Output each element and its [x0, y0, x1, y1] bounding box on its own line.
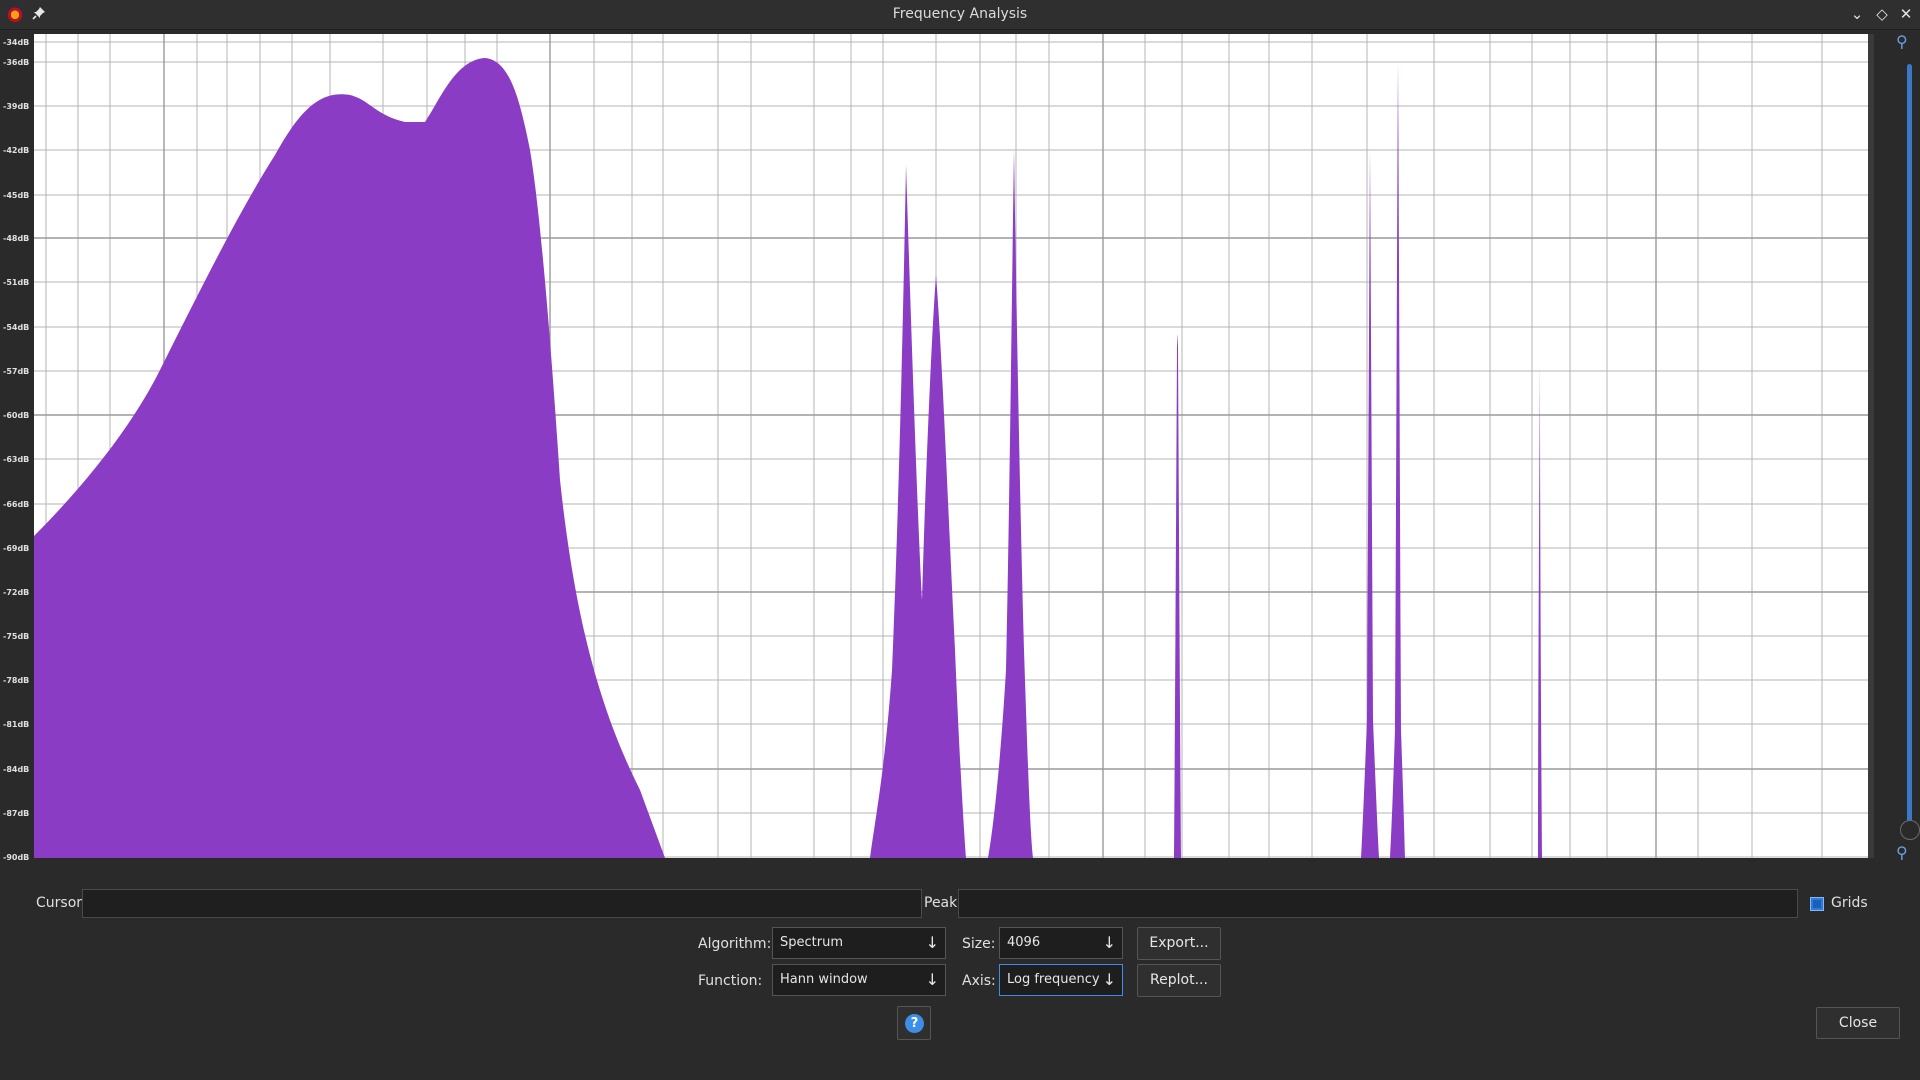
- algorithm-select[interactable]: Spectrum ↓: [772, 927, 946, 959]
- db-tick-label: -75dB: [3, 632, 29, 641]
- hz-tick-label: 12Hz: [36, 867, 56, 868]
- arrow-down-icon: ↓: [1102, 970, 1116, 989]
- hz-tick-label: 70Hz: [455, 867, 475, 868]
- db-tick-label: -48dB: [3, 234, 29, 243]
- db-tick-label: -63dB: [3, 455, 29, 464]
- hz-tick-label: 3000Hz: [1352, 867, 1383, 868]
- db-tick-label: -84dB: [3, 765, 29, 774]
- hz-tick-label: 800Hz: [1036, 867, 1061, 868]
- db-tick-label: -39dB: [3, 102, 29, 111]
- magnifier-icon[interactable]: ⚲: [1896, 843, 1908, 862]
- db-tick-label: -90dB: [3, 853, 29, 862]
- hz-tick-label: 700Hz: [1003, 867, 1028, 868]
- hz-tick-label: 14Hz: [68, 867, 88, 868]
- hz-tick-label: 5000Hz: [1475, 867, 1506, 868]
- hz-tick-label: 350Hz: [838, 867, 863, 868]
- size-select[interactable]: 4096 ↓: [999, 927, 1123, 959]
- export-button[interactable]: Export...: [1137, 927, 1221, 960]
- db-tick-label: -72dB: [3, 588, 29, 597]
- cursor-field[interactable]: [82, 889, 922, 918]
- hz-tick-label: 100Hz: [536, 867, 564, 868]
- maximize-icon[interactable]: ◇: [1872, 4, 1892, 24]
- hz-tick-label: 30Hz: [250, 867, 270, 868]
- arrow-down-icon: ↓: [925, 970, 939, 989]
- hz-tick-label: 12000Hz: [1680, 867, 1716, 868]
- arrow-down-icon: ↓: [1102, 933, 1116, 952]
- db-tick-label: -60dB: [3, 411, 29, 420]
- db-tick-label: -36dB: [3, 58, 29, 67]
- replot-button[interactable]: Replot...: [1137, 964, 1221, 997]
- axis-select[interactable]: Log frequency ↓: [999, 964, 1123, 996]
- hz-tick-label: 10000Hz: [1636, 867, 1676, 868]
- db-tick-label: -54dB: [3, 323, 29, 332]
- hz-tick-label: 15000Hz: [1734, 867, 1770, 868]
- hz-tick-label: 50Hz: [373, 867, 393, 868]
- hz-tick-label: 20Hz: [154, 867, 174, 868]
- spectrum-plot[interactable]: -34dB -36dB -39dB -42dB -45dB -48dB -51dB -54dB…: [0, 30, 1875, 868]
- db-tick-label: -34dB: [3, 38, 29, 47]
- cursor-label: Cursor:: [36, 895, 87, 911]
- hz-tick-label: 40Hz: [320, 867, 340, 868]
- db-tick-label: -51dB: [3, 278, 29, 287]
- db-tick-label: -66dB: [3, 500, 29, 509]
- hz-tick-label: 200Hz: [705, 867, 730, 868]
- peak-label: Peak:: [924, 895, 962, 911]
- help-button[interactable]: ?: [897, 1006, 931, 1040]
- hz-tick-label: 34Hz: [282, 867, 302, 868]
- hz-tick-label: 23Hz: [187, 867, 207, 868]
- hz-tick-label: 160Hz: [650, 867, 675, 868]
- hz-tick-label: 20000Hz: [1804, 867, 1840, 868]
- db-tick-label: -78dB: [3, 676, 29, 685]
- hz-tick-label: 2400Hz: [1297, 867, 1328, 868]
- hz-tick-label: 26Hz: [217, 867, 237, 868]
- size-value: 4096: [1007, 935, 1041, 950]
- minimize-icon[interactable]: ⌄: [1847, 4, 1867, 24]
- axis-value: Log frequency: [1007, 972, 1100, 987]
- hz-tick-label: 16Hz: [100, 867, 120, 868]
- hz-tick-label: 1700Hz: [1214, 867, 1245, 868]
- hz-tick-label: 6000Hz: [1517, 867, 1548, 868]
- magnifier-icon[interactable]: ⚲: [1896, 32, 1908, 51]
- vertical-zoom-slider[interactable]: [1907, 64, 1912, 824]
- hz-tick-label: 8200Hz: [1592, 867, 1623, 868]
- db-tick-label: -69dB: [3, 544, 29, 553]
- axis-label: Axis:: [962, 973, 996, 989]
- db-tick-label: -42dB: [3, 146, 29, 155]
- vertical-zoom-thumb[interactable]: [1900, 820, 1920, 840]
- window-title: Frequency Analysis: [892, 6, 1028, 22]
- function-label: Function:: [698, 973, 763, 989]
- function-select[interactable]: Hann window ↓: [772, 964, 946, 996]
- close-icon[interactable]: ✕: [1896, 4, 1916, 24]
- size-label: Size:: [962, 936, 996, 952]
- db-tick-label: -57dB: [3, 367, 29, 376]
- help-icon: ?: [905, 1014, 924, 1033]
- title-bar: Frequency Analysis ⌄ ◇ ✕: [0, 0, 1920, 30]
- hz-tick-label: 400Hz: [870, 867, 895, 868]
- hz-tick-label: 60Hz: [417, 867, 437, 868]
- hz-tick-label: 7000Hz: [1555, 867, 1586, 868]
- hz-tick-label: 2000Hz: [1254, 867, 1285, 868]
- hz-tick-label: 1400Hz: [1167, 867, 1198, 868]
- hz-tick-label: 230Hz: [738, 867, 763, 868]
- close-button[interactable]: Close: [1816, 1007, 1900, 1039]
- grids-label[interactable]: Grids: [1831, 895, 1868, 911]
- db-tick-label: -45dB: [3, 191, 29, 200]
- algorithm-value: Spectrum: [780, 935, 843, 950]
- hz-tick-label: 140Hz: [619, 867, 644, 868]
- arrow-down-icon: ↓: [925, 933, 939, 952]
- hz-tick-label: 120Hz: [581, 867, 606, 868]
- hz-tick-label: 500Hz: [923, 867, 948, 868]
- grids-checkbox[interactable]: [1810, 897, 1824, 911]
- function-value: Hann window: [780, 972, 868, 987]
- hz-tick-label: 80Hz: [487, 867, 507, 868]
- algorithm-label: Algorithm:: [698, 936, 772, 952]
- hz-tick-label: 4000Hz: [1419, 867, 1450, 868]
- db-tick-label: -87dB: [3, 809, 29, 818]
- hz-tick-label: 1000Hz: [1086, 867, 1120, 868]
- db-tick-label: -81dB: [3, 720, 29, 729]
- hz-tick-label: 300Hz: [801, 867, 826, 868]
- hz-tick-label: 1200Hz: [1130, 867, 1161, 868]
- hz-tick-label: 600Hz: [967, 867, 992, 868]
- peak-field[interactable]: [958, 889, 1798, 918]
